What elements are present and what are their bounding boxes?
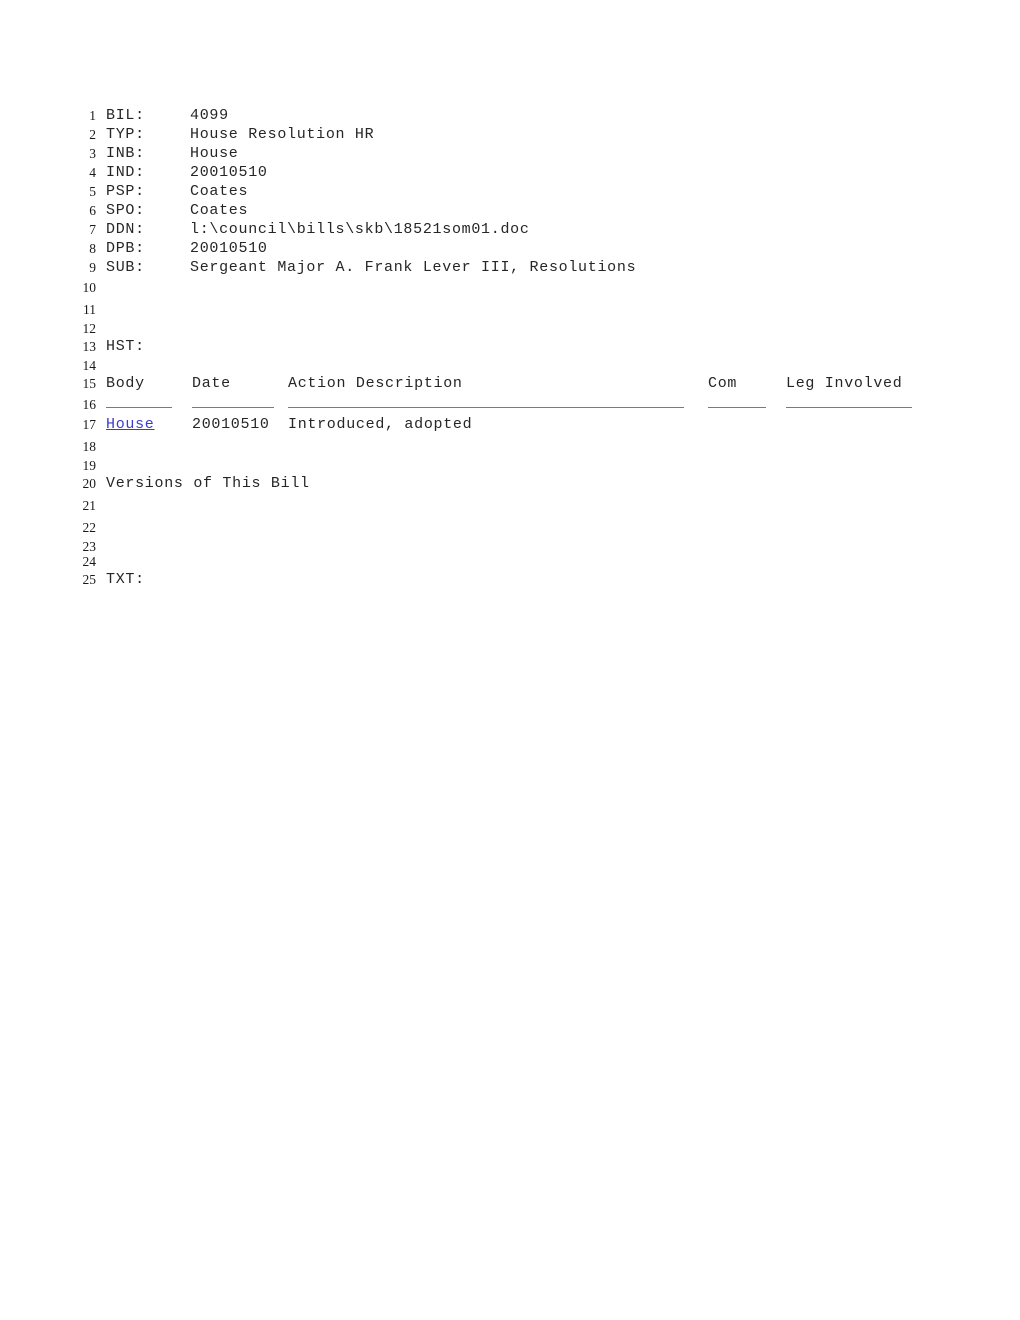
cell-action-description: Introduced, adopted [288,416,473,433]
column-header-leg-involved: Leg Involved [786,375,903,392]
versions-section-row: 20 Versions of This Bill [0,473,1020,495]
history-table-divider [106,395,912,414]
line-number: 14 [82,358,97,373]
field-row-sub: 9 SUB: Sergeant Major A. Frank Lever III,… [0,258,1020,277]
field-value: 20010510 [190,240,268,257]
divider-segment-com [708,395,766,408]
field-value: 20010510 [190,164,268,181]
field-label: PSP: [106,183,145,200]
column-header-action-description: Action Description [288,375,463,392]
field-content: DPB: 20010510 [106,239,268,258]
blank-line: 18 [0,436,1020,458]
field-content: BIL: 4099 [106,106,229,125]
line-number: 22 [82,520,97,535]
history-section-heading: HST: [106,338,145,355]
table-row: 17 House 20010510 Introduced, adopted [0,414,1020,436]
field-value: Coates [190,183,249,200]
history-table-row-content: House 20010510 Introduced, adopted [106,414,926,436]
line-number: 16 [82,397,97,412]
text-section-heading: TXT: [106,571,145,588]
blank-line: 19 [0,458,1020,473]
field-value: House [190,145,239,162]
field-value: House Resolution HR [190,126,375,143]
field-label: IND: [106,164,145,181]
field-row-typ: 2 TYP: House Resolution HR [0,125,1020,144]
line-number: 13 [82,339,97,354]
text-section-row: 25 TXT: [0,569,1020,591]
field-row-ddn: 7 DDN: l:\council\bills\skb\18521som01.do… [0,220,1020,239]
document-line-list: 1 BIL: 4099 2 TYP: House Resolution HR 3 I… [0,106,1020,591]
line-number: 1 [89,108,96,123]
divider-segment-body [106,395,172,408]
column-header-body: Body [106,375,145,392]
field-value: Sergeant Major A. Frank Lever III, Resol… [190,259,637,276]
line-number: 12 [82,321,97,336]
field-label: TYP: [106,126,145,143]
line-number: 19 [82,458,97,473]
blank-line: 14 [0,358,1020,373]
field-value: Coates [190,202,249,219]
field-label: DPB: [106,240,145,257]
line-number: 2 [89,127,96,142]
cell-body: House [106,414,192,436]
line-number: 9 [89,260,96,275]
field-row-psp: 5 PSP: Coates [0,182,1020,201]
field-content: DDN: l:\council\bills\skb\18521som01.doc [106,220,530,239]
history-section-heading-row: 13 HST: [0,336,1020,358]
divider-segment-action [288,395,684,408]
blank-line: 10 [0,277,1020,299]
divider-segment-leg [786,395,912,408]
column-header-date: Date [192,375,231,392]
field-content: SPO: Coates [106,201,248,220]
field-row-dpb: 8 DPB: 20010510 [0,239,1020,258]
field-row-spo: 6 SPO: Coates [0,201,1020,220]
line-number: 17 [82,417,97,432]
line-number: 10 [82,280,97,295]
field-content: PSP: Coates [106,182,248,201]
history-table-header: Body Date Action Description Com Leg Involve… [106,373,926,395]
blank-line: 11 [0,299,1020,321]
field-row-ind: 4 IND: 20010510 [0,163,1020,182]
field-value: l:\council\bills\skb\18521som01.doc [190,221,530,238]
line-number: 3 [89,146,96,161]
line-number: 23 [82,539,97,554]
cell-date: 20010510 [192,416,270,433]
column-header-com: Com [708,375,738,392]
history-table-header-row: 15 Body Date Action Description Com Leg Invo… [0,373,1020,395]
line-number: 15 [82,376,97,391]
line-number: 5 [89,184,96,199]
body-house-link[interactable]: House [106,416,155,433]
field-row-bil: 1 BIL: 4099 [0,106,1020,125]
field-content: TYP: House Resolution HR [106,125,374,144]
field-label: SUB: [106,259,145,276]
field-value: 4099 [190,107,229,124]
history-table-divider-row: 16 [0,395,1020,414]
line-number: 25 [82,572,97,587]
line-number: 20 [82,476,97,491]
line-number: 11 [83,302,96,317]
field-label: BIL: [106,107,145,124]
blank-line: 22 [0,517,1020,539]
blank-line: 23 [0,539,1020,554]
field-label: SPO: [106,202,145,219]
line-number: 7 [89,222,96,237]
line-number: 21 [82,498,97,513]
blank-line: 21 [0,495,1020,517]
field-label: DDN: [106,221,145,238]
line-number: 18 [82,439,97,454]
field-content: SUB: Sergeant Major A. Frank Lever III, R… [106,258,636,277]
versions-of-this-bill-label: Versions of This Bill [106,475,310,492]
line-number: 24 [82,554,97,569]
document-page: 1 BIL: 4099 2 TYP: House Resolution HR 3 I… [0,0,1020,1320]
blank-line: 24 [0,554,1020,569]
divider-segment-date [192,395,274,408]
line-number: 6 [89,203,96,218]
field-content: INB: House [106,144,239,163]
field-content: IND: 20010510 [106,163,268,182]
field-row-inb: 3 INB: House [0,144,1020,163]
line-number: 8 [89,241,96,256]
line-number: 4 [89,165,96,180]
blank-line: 12 [0,321,1020,336]
field-label: INB: [106,145,145,162]
